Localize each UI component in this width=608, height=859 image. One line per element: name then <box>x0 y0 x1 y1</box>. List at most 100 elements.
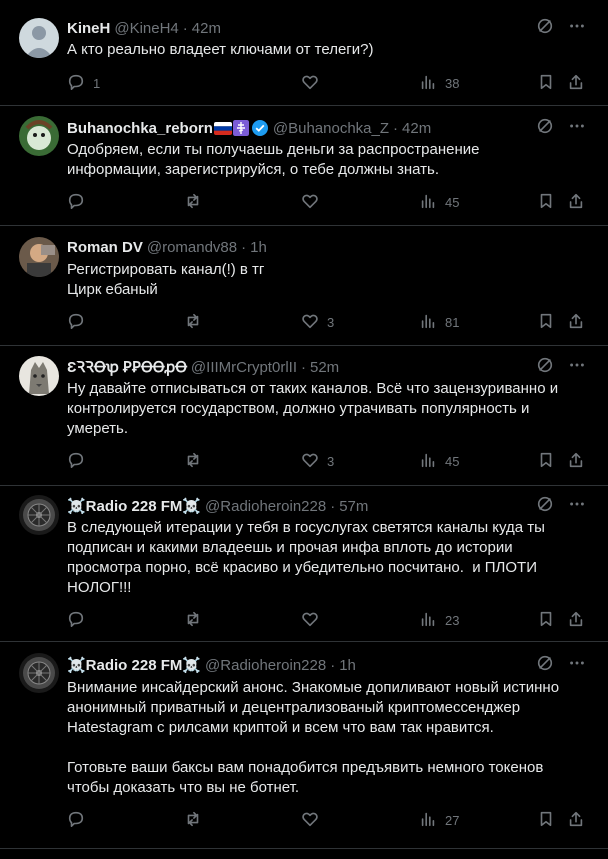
views-count: 45 <box>445 194 460 210</box>
share-button[interactable] <box>567 192 585 212</box>
tweet-header: ☠️Radio 228 FM☠️ @Radioheroin228 · 1h <box>67 655 356 675</box>
verified-icon <box>251 119 269 137</box>
views-button[interactable]: 81 <box>419 312 459 332</box>
share-button[interactable] <box>567 610 585 630</box>
like-button[interactable] <box>301 610 319 630</box>
reply-button[interactable] <box>67 192 85 212</box>
reply-button[interactable] <box>67 312 85 332</box>
grok-icon[interactable] <box>536 356 554 379</box>
avatar[interactable] <box>19 116 59 156</box>
tweet[interactable]: KineH @KineH4 · 42m А кто реально владее… <box>0 0 608 106</box>
share-icon <box>567 610 585 631</box>
handle[interactable]: @Buhanochka_Z <box>273 120 389 137</box>
views-button[interactable]: 27 <box>419 810 459 830</box>
views-icon <box>419 312 437 333</box>
bookmark-button[interactable] <box>537 73 555 93</box>
retweet-icon <box>184 810 202 831</box>
avatar[interactable] <box>19 495 59 535</box>
reply-button[interactable] <box>67 810 85 830</box>
avatar[interactable] <box>19 237 59 277</box>
more-icon[interactable] <box>568 117 586 140</box>
separator: · <box>182 19 188 37</box>
handle[interactable]: @Radioheroin228 <box>205 498 326 515</box>
share-button[interactable] <box>567 451 585 471</box>
like-button[interactable] <box>301 192 319 212</box>
share-button[interactable] <box>567 312 585 332</box>
tweet-text: А кто реально владеет ключами от телеги?… <box>67 41 374 58</box>
heart-icon <box>301 451 319 472</box>
display-name[interactable]: KineH <box>67 20 110 37</box>
share-button[interactable] <box>567 810 585 830</box>
avatar[interactable] <box>19 356 59 396</box>
bookmark-button[interactable] <box>537 610 555 630</box>
handle[interactable]: @IIIMrCrypt0rlII <box>191 359 297 376</box>
timestamp[interactable]: 1h <box>339 657 356 674</box>
heart-icon <box>301 192 319 213</box>
handle[interactable]: @KineH4 <box>114 20 178 37</box>
grok-icon[interactable] <box>536 495 554 518</box>
retweet-button[interactable] <box>184 312 202 332</box>
retweet-button[interactable] <box>184 810 202 830</box>
views-count: 45 <box>445 453 460 469</box>
like-button[interactable]: 3 <box>301 451 334 471</box>
handle[interactable]: @Radioheroin228 <box>205 657 326 674</box>
bookmark-button[interactable] <box>537 192 555 212</box>
tweet[interactable]: ☠️Radio 228 FM☠️ @Radioheroin228 · 57m В… <box>0 486 608 642</box>
views-button[interactable]: 45 <box>419 192 459 212</box>
retweet-button[interactable] <box>184 192 202 212</box>
retweet-button[interactable] <box>184 610 202 630</box>
share-icon <box>567 192 585 213</box>
tweet[interactable]: Roman DV @romandv88 · 1h Регистрировать … <box>0 226 608 346</box>
display-name[interactable]: Buhanochka_reborn <box>67 120 213 137</box>
like-button[interactable]: 3 <box>301 312 334 332</box>
grok-icon[interactable] <box>536 117 554 140</box>
bookmark-button[interactable] <box>537 810 555 830</box>
avatar[interactable] <box>19 653 59 693</box>
like-button[interactable] <box>301 73 327 93</box>
bookmark-button[interactable] <box>537 451 555 471</box>
views-icon <box>419 810 437 831</box>
separator: · <box>330 497 336 515</box>
timestamp[interactable]: 42m <box>402 120 431 137</box>
heart-icon <box>301 810 319 831</box>
more-icon[interactable] <box>568 495 586 518</box>
timestamp[interactable]: 1h <box>250 239 267 256</box>
grok-icon[interactable] <box>536 654 554 677</box>
views-count: 23 <box>445 612 460 628</box>
display-name[interactable]: ☠️Radio 228 FM☠️ <box>67 656 201 674</box>
tweet[interactable]: Buhanochka_reborn @Buhanochka_Z · 42m Од… <box>0 106 608 226</box>
tweet[interactable]: ƐꝚꝚꝊꝕ ꝐꝐꝊꝊꝓꝊ @IIIMrCrypt0rlII · 52m Ну д… <box>0 346 608 486</box>
separator: · <box>241 238 247 256</box>
bookmark-icon <box>537 810 555 831</box>
reply-icon <box>67 451 85 472</box>
display-name[interactable]: ☠️Radio 228 FM☠️ <box>67 497 201 515</box>
tweet-header: ☠️Radio 228 FM☠️ @Radioheroin228 · 57m <box>67 496 368 516</box>
like-button[interactable] <box>301 810 319 830</box>
views-button[interactable]: 38 <box>419 73 459 93</box>
display-name[interactable]: Roman DV <box>67 239 143 256</box>
handle[interactable]: @romandv88 <box>147 239 237 256</box>
bookmark-button[interactable] <box>537 312 555 332</box>
grok-icon[interactable] <box>536 17 554 40</box>
more-icon[interactable] <box>568 356 586 379</box>
bookmark-icon <box>537 610 555 631</box>
more-icon[interactable] <box>568 654 586 677</box>
action-bar: 3 45 <box>67 451 587 471</box>
views-button[interactable]: 23 <box>419 610 459 630</box>
separator: · <box>330 656 336 674</box>
timestamp[interactable]: 57m <box>339 498 368 515</box>
reply-button[interactable]: 1 <box>67 73 100 93</box>
reply-button[interactable] <box>67 610 85 630</box>
avatar[interactable] <box>19 18 59 58</box>
tweet[interactable]: ☠️Radio 228 FM☠️ @Radioheroin228 · 1h Вн… <box>0 642 608 849</box>
views-button[interactable]: 45 <box>419 451 459 471</box>
retweet-button[interactable] <box>184 451 202 471</box>
share-button[interactable] <box>567 73 585 93</box>
timestamp[interactable]: 42m <box>192 20 221 37</box>
separator: · <box>300 358 306 376</box>
timestamp[interactable]: 52m <box>310 359 339 376</box>
reply-button[interactable] <box>67 451 85 471</box>
display-name[interactable]: ƐꝚꝚꝊꝕ ꝐꝐꝊꝊꝓꝊ <box>67 357 187 377</box>
heart-icon <box>301 312 319 333</box>
more-icon[interactable] <box>568 17 586 40</box>
